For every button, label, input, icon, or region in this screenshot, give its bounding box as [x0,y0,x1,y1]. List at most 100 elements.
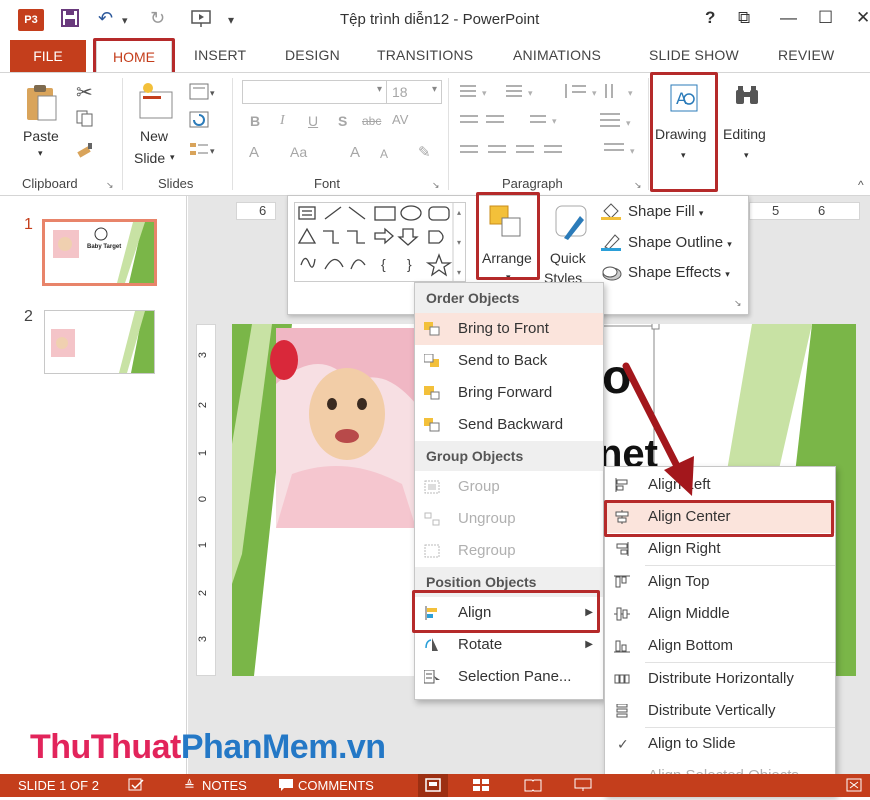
reset-icon[interactable] [188,110,212,133]
ungroup-item[interactable]: Ungroup [415,503,603,535]
bring-forward-item[interactable]: Bring Forward [415,377,603,409]
layout-icon[interactable]: ▾ [188,82,218,105]
cut-icon[interactable]: ✂ [76,80,93,105]
notes-icon[interactable]: ≜ [184,778,195,794]
slide-thumbnail-1[interactable]: Baby Target [42,219,157,286]
slide-thumbnail-2[interactable] [44,310,155,374]
align-right-item[interactable]: Align Right [605,533,835,565]
editing-dropdown-icon[interactable]: ▾ [744,150,749,161]
group-item[interactable]: Group [415,471,603,503]
quick-styles-icon[interactable] [554,204,590,247]
fit-slide-icon[interactable] [846,778,862,795]
shape-effects-icon[interactable] [601,264,623,285]
reading-view-icon[interactable] [524,778,542,795]
rotate-item[interactable]: Rotate ▶ [415,629,603,661]
align-to-slide-item[interactable]: ✓ Align to Slide [605,728,835,760]
help-button[interactable]: ? [705,8,715,28]
save-icon[interactable] [60,8,80,33]
paste-button[interactable]: Paste [23,128,59,144]
font-name-box[interactable]: ▾ [242,80,387,104]
undo-icon[interactable]: ↶ [98,8,113,29]
new-slide-label-2[interactable]: Slide [134,150,165,166]
drawing-launcher-icon[interactable]: ↘ [734,298,742,309]
tab-file[interactable]: FILE [10,40,86,73]
align-middle-item[interactable]: Align Middle [605,598,835,630]
change-case-button[interactable]: Aa [290,144,307,160]
find-binoculars-icon[interactable] [734,84,760,112]
paste-icon[interactable] [24,82,60,127]
editing-button[interactable]: Editing [723,126,766,142]
copy-icon[interactable] [76,110,98,131]
redo-icon[interactable]: ↻ [150,8,165,29]
align-item[interactable]: Align ▶ [415,597,603,629]
font-name-dropdown-icon[interactable]: ▾ [377,84,382,95]
drawing-button[interactable]: Drawing [655,126,706,142]
arrange-button[interactable]: Arrange [482,250,532,266]
comments-icon[interactable] [278,778,294,795]
new-slide-icon[interactable] [138,82,176,125]
font-size-dropdown-icon[interactable]: ▾ [432,84,437,95]
start-slideshow-icon[interactable] [190,8,212,33]
align-center-item[interactable]: Align Center [605,501,835,533]
minimize-button[interactable]: — [780,8,797,28]
ribbon-display-options-button[interactable]: ⧉ [738,8,750,28]
tab-home[interactable]: HOME [96,40,172,73]
send-to-back-item[interactable]: Send to Back [415,345,603,377]
clipboard-launcher-icon[interactable]: ↘ [106,180,114,191]
new-slide-label[interactable]: New [140,128,168,144]
paragraph-launcher-icon[interactable]: ↘ [634,180,642,191]
font-size-box[interactable]: 18 ▾ [386,80,442,104]
regroup-item[interactable]: Regroup [415,535,603,567]
align-top-item[interactable]: Align Top [605,566,835,598]
tab-transitions[interactable]: TRANSITIONS [377,47,473,63]
shapes-gallery[interactable]: {} ▴ ▾ ▾ [294,202,466,283]
tab-review[interactable]: REVIEW [778,47,834,63]
section-icon[interactable]: ▾ [188,140,218,163]
align-bottom-item[interactable]: Align Bottom [605,630,835,662]
comments-button[interactable]: COMMENTS [298,778,374,793]
italic-button[interactable]: I [280,113,285,129]
character-spacing-button[interactable]: AV [392,112,408,127]
shape-fill-icon[interactable] [601,202,623,225]
tab-design[interactable]: DESIGN [285,47,340,63]
underline-button[interactable]: U [308,113,318,129]
maximize-button[interactable]: ☐ [818,8,833,28]
normal-view-icon[interactable] [418,774,448,797]
shape-effects-button[interactable]: Shape Effects ▾ [628,264,730,281]
new-slide-dropdown-icon[interactable]: ▾ [170,152,175,163]
send-backward-item[interactable]: Send Backward [415,409,603,441]
increase-font-size-button[interactable]: A [350,144,360,161]
shadow-button[interactable]: S [338,113,347,129]
quick-styles-label[interactable]: Quick [550,250,586,266]
bold-button[interactable]: B [250,113,260,129]
customize-quick-access-icon[interactable]: ▾ [228,13,234,27]
paste-dropdown-icon[interactable]: ▾ [38,148,43,159]
arrange-icon[interactable] [488,204,524,243]
tab-slide-show[interactable]: SLIDE SHOW [649,47,739,63]
shapes-icon[interactable]: A [670,84,698,115]
drawing-dropdown-icon[interactable]: ▾ [681,150,686,161]
selection-pane-item[interactable]: Selection Pane... [415,661,603,693]
shape-fill-button[interactable]: Shape Fill ▾ [628,203,703,220]
collapse-ribbon-icon[interactable]: ^ [858,178,864,192]
undo-dropdown-icon[interactable]: ▾ [122,14,128,27]
slide-sorter-icon[interactable] [472,778,490,795]
close-button[interactable]: ✕ [856,8,870,28]
decrease-font-size-button[interactable]: A [380,147,388,161]
format-painter-icon[interactable] [76,141,98,162]
slideshow-view-icon[interactable] [574,778,592,795]
spell-check-icon[interactable] [128,778,146,795]
distribute-vertically-item[interactable]: Distribute Vertically [605,695,835,727]
tab-animations[interactable]: ANIMATIONS [513,47,601,63]
arrange-menu: Order Objects Bring to Front Send to Bac… [414,282,604,700]
shape-outline-button[interactable]: Shape Outline ▾ [628,234,732,251]
tab-insert[interactable]: INSERT [194,47,246,63]
notes-button[interactable]: NOTES [202,778,247,793]
font-color-button[interactable]: A [249,144,259,161]
bring-to-front-item[interactable]: Bring to Front [415,313,603,345]
clear-formatting-icon[interactable]: ✎ [418,143,431,161]
font-launcher-icon[interactable]: ↘ [432,180,440,191]
shape-outline-icon[interactable] [601,233,623,254]
strikethrough-button[interactable]: abc [362,114,381,128]
distribute-horizontally-item[interactable]: Distribute Horizontally [605,663,835,695]
